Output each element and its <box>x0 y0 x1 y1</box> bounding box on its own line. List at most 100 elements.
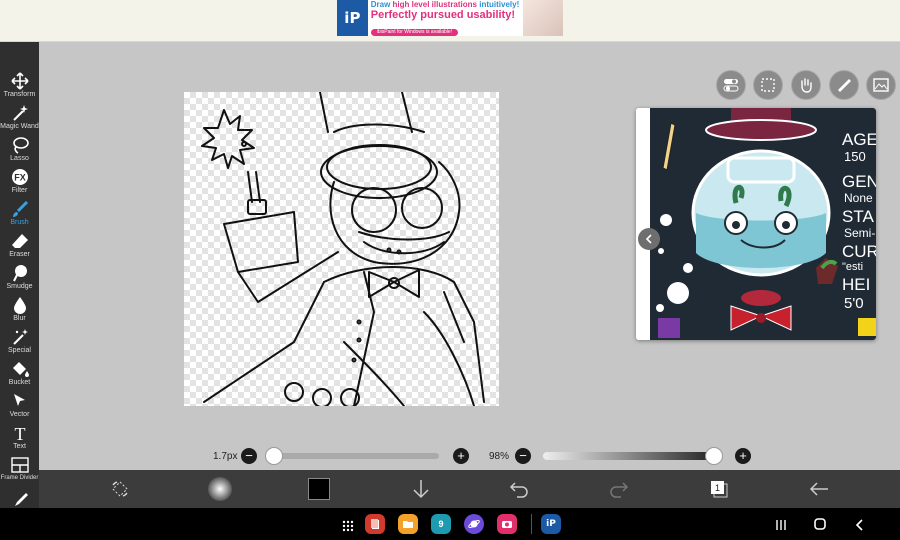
tool-label: Text <box>13 443 26 450</box>
ref-text-current: CUR <box>842 242 876 261</box>
hand-icon <box>801 78 812 93</box>
folder-icon <box>403 521 413 528</box>
brush-size-decrease-button[interactable]: − <box>241 448 257 464</box>
tool-text[interactable]: T Text <box>0 422 39 454</box>
system-back-button[interactable] <box>854 518 866 536</box>
download-button[interactable] <box>409 470 433 508</box>
ad-banner[interactable]: iP Draw high level illustrations intuiti… <box>337 0 563 36</box>
rotate-canvas-icon <box>112 481 128 497</box>
fx-icon: FX <box>11 169 28 185</box>
tool-label: Bucket <box>8 379 31 386</box>
frame-divider-icon <box>10 457 29 473</box>
brush-preview-button[interactable] <box>205 470 235 508</box>
app-icon-camera[interactable] <box>497 514 517 534</box>
layers-icon: 1 <box>711 481 728 498</box>
grid-icon <box>342 520 354 532</box>
undo-icon <box>509 482 528 498</box>
tool-eraser[interactable]: Eraser <box>0 230 39 262</box>
calendar-day: 9 <box>438 519 444 529</box>
ref-text-age: AGE <box>842 130 876 149</box>
brush-icon <box>12 200 28 217</box>
app-icon-files[interactable] <box>398 514 418 534</box>
tool-smudge[interactable]: Smudge <box>0 262 39 294</box>
reference-window[interactable]: AGE 150 GEN None STA Semi- CUR "esti HEI… <box>636 108 876 340</box>
ad-cta-pill: ibisPaint for Windows is available! <box>370 29 459 36</box>
undo-button[interactable] <box>507 470 531 508</box>
selection-button[interactable] <box>753 70 783 100</box>
drawing-canvas[interactable] <box>184 92 499 406</box>
ad-headline-prefix: Draw <box>370 0 393 9</box>
tool-bucket[interactable]: Bucket <box>0 358 39 390</box>
opacity-slider-thumb[interactable] <box>704 447 723 465</box>
app-icon-internet[interactable] <box>464 514 484 534</box>
line-art-drawing <box>201 92 485 406</box>
layers-button[interactable]: 1 <box>707 470 731 508</box>
dock-divider <box>531 514 532 534</box>
app-icon-calendar[interactable]: 9 <box>431 514 451 534</box>
tool-label: Vector <box>9 411 30 418</box>
tool-frame-divider[interactable]: Frame Divider <box>0 454 39 486</box>
recents-button[interactable] <box>775 518 787 536</box>
toggle-button[interactable] <box>716 70 746 100</box>
brush-size-increase-button[interactable]: + <box>453 448 469 464</box>
vector-icon <box>13 394 25 406</box>
ref-text-gender-value: None <box>844 191 873 205</box>
opacity-increase-button[interactable]: + <box>735 448 751 464</box>
flip-app-icon <box>371 519 379 529</box>
tool-blur[interactable]: Blur <box>0 294 39 326</box>
camera-icon <box>502 521 512 528</box>
chevron-left-icon <box>645 234 652 244</box>
image-icon <box>873 78 889 92</box>
brush-size-slider-thumb[interactable] <box>265 447 284 465</box>
app-icon-ibispaint[interactable]: iP <box>541 514 561 534</box>
arrow-down-icon <box>413 480 429 499</box>
ad-headline-suffix: intuitively! <box>477 0 520 9</box>
tool-label: Frame Divider <box>0 475 39 481</box>
pencil-ruler-icon <box>838 79 851 92</box>
fx-glyph: FX <box>14 173 26 183</box>
flip-canvas-button[interactable] <box>105 470 135 508</box>
redo-button[interactable] <box>607 470 631 508</box>
app-drawer-button[interactable] <box>342 519 354 537</box>
opacity-slider[interactable] <box>543 452 717 460</box>
app-icon-flipaclip[interactable] <box>365 514 385 534</box>
tool-transform[interactable]: Transform <box>0 70 39 102</box>
layer-count: 1 <box>715 483 720 493</box>
color-button[interactable] <box>307 470 331 508</box>
ad-headline-highlight: high level illustrations <box>392 0 477 9</box>
reference-prev-button[interactable] <box>638 228 660 250</box>
ad-tagline: Perfectly pursued usability! <box>370 9 515 21</box>
tool-brush[interactable]: Brush <box>0 198 39 230</box>
ad-character-image <box>523 0 563 36</box>
reference-window-button[interactable] <box>866 70 896 100</box>
tool-vector[interactable]: Vector <box>0 390 39 422</box>
tool-label: Eraser <box>9 251 30 258</box>
tool-special[interactable]: Special <box>0 326 39 358</box>
tool-filter[interactable]: FX Filter <box>0 166 39 198</box>
bottom-toolbar: 1 <box>39 470 900 508</box>
bucket-icon <box>12 362 29 377</box>
tool-lasso[interactable]: Lasso <box>0 134 39 166</box>
opacity-value: 98% <box>489 451 510 462</box>
tool-eyedropper[interactable] <box>0 488 39 508</box>
tool-magic-wand[interactable]: Magic Wand <box>0 102 39 134</box>
home-button[interactable] <box>813 517 827 536</box>
ref-text-current-value: "esti <box>842 261 863 273</box>
back-button[interactable] <box>807 470 831 508</box>
opacity-decrease-button[interactable]: − <box>515 448 531 464</box>
redo-icon <box>610 482 629 498</box>
ad-text: Draw high level illustrations intuitivel… <box>368 0 524 36</box>
tool-label: Magic Wand <box>0 123 39 130</box>
toggle-icon <box>723 79 739 92</box>
ruler-button[interactable] <box>829 70 859 100</box>
system-nav-bar: 9 iP <box>0 508 900 540</box>
brush-size-slider[interactable] <box>271 453 439 459</box>
hand-button[interactable] <box>791 70 821 100</box>
eyedropper-icon <box>14 493 28 506</box>
transform-icon <box>10 72 29 90</box>
special-icon <box>12 329 28 345</box>
ref-text-status-value: Semi- <box>844 226 875 240</box>
tool-label: Brush <box>10 219 29 226</box>
ibispaint-logo: iP <box>337 0 368 36</box>
tool-label: Special <box>8 347 31 354</box>
